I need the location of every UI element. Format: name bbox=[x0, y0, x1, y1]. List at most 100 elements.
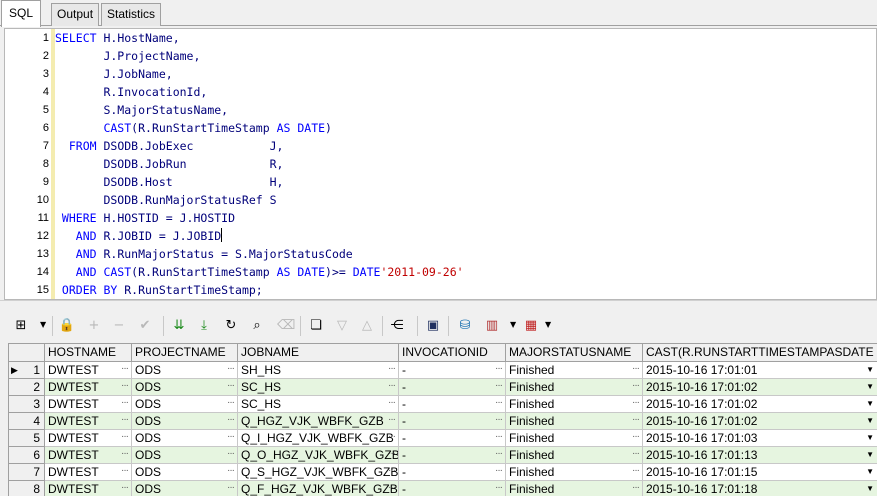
cell-dropdown-icon[interactable]: ▼ bbox=[866, 413, 874, 429]
cell-editor-ellipsis-icon[interactable]: ··· bbox=[227, 362, 235, 376]
cell-dropdown-icon[interactable]: ▼ bbox=[866, 430, 874, 446]
table-cell[interactable]: 2015-10-16 17:01:02 ▼ bbox=[643, 396, 877, 413]
table-cell[interactable]: Finished ··· bbox=[506, 362, 643, 379]
table-row[interactable]: 6 DWTEST ··· ODS ··· Q_O_HGZ_VJK_WBFK_GZB ··· -… bbox=[9, 447, 877, 464]
table-cell[interactable]: Finished ··· bbox=[506, 396, 643, 413]
column-header[interactable]: HOSTNAME bbox=[45, 344, 132, 362]
table-cell[interactable]: - ··· bbox=[399, 481, 506, 496]
row-header[interactable]: ▶ 1 bbox=[9, 362, 45, 379]
cell-editor-ellipsis-icon[interactable]: ··· bbox=[388, 379, 396, 393]
cell-editor-ellipsis-icon[interactable]: ··· bbox=[121, 396, 129, 410]
column-header[interactable]: PROJECTNAME bbox=[132, 344, 238, 362]
cell-editor-ellipsis-icon[interactable]: ··· bbox=[632, 396, 640, 410]
table-cell[interactable]: DWTEST ··· bbox=[45, 396, 132, 413]
table-cell[interactable]: Q_I_HGZ_VJK_WBFK_GZB ··· bbox=[238, 430, 399, 447]
code-line[interactable]: 4 R.InvocationId, bbox=[5, 83, 876, 101]
cell-dropdown-icon[interactable]: ▼ bbox=[866, 362, 874, 378]
save-icon[interactable]: ▣ bbox=[424, 317, 442, 335]
lock-icon[interactable]: 🔒 bbox=[58, 317, 76, 335]
table-cell[interactable]: 2015-10-16 17:01:02 ▼ bbox=[643, 379, 877, 396]
code-line[interactable]: 6 CAST(R.RunStartTimeStamp AS DATE) bbox=[5, 119, 876, 137]
table-cell[interactable]: Finished ··· bbox=[506, 464, 643, 481]
table-cell[interactable]: SC_HS ··· bbox=[238, 396, 399, 413]
code-line[interactable]: 1 SELECT H.HostName, bbox=[5, 29, 876, 47]
cell-editor-ellipsis-icon[interactable]: ··· bbox=[495, 413, 503, 427]
sql-editor[interactable]: 1 SELECT H.HostName, 2 J.ProjectName, 3 J.J… bbox=[4, 28, 877, 300]
table-cell[interactable]: DWTEST ··· bbox=[45, 447, 132, 464]
grid-view-icon[interactable]: ⊞ bbox=[12, 317, 30, 335]
table-cell[interactable]: - ··· bbox=[399, 362, 506, 379]
cell-editor-ellipsis-icon[interactable]: ··· bbox=[495, 464, 503, 478]
table-cell[interactable]: - ··· bbox=[399, 396, 506, 413]
cell-editor-ellipsis-icon[interactable]: ··· bbox=[495, 379, 503, 393]
dropdown-arrow-icon[interactable]: ▼ bbox=[545, 320, 551, 329]
cell-dropdown-icon[interactable]: ▼ bbox=[866, 447, 874, 463]
cell-editor-ellipsis-icon[interactable]: ··· bbox=[121, 430, 129, 444]
table-cell[interactable]: - ··· bbox=[399, 413, 506, 430]
cell-editor-ellipsis-icon[interactable]: ··· bbox=[495, 481, 503, 495]
add-record-icon[interactable]: + bbox=[85, 317, 103, 335]
cell-editor-ellipsis-icon[interactable]: ··· bbox=[388, 396, 396, 410]
chart-icon[interactable]: ▥ bbox=[483, 317, 501, 335]
table-cell[interactable]: 2015-10-16 17:01:03 ▼ bbox=[643, 430, 877, 447]
table-row[interactable]: 7 DWTEST ··· ODS ··· Q_S_HGZ_VJK_WBFK_GZB ··· -… bbox=[9, 464, 877, 481]
cell-editor-ellipsis-icon[interactable]: ··· bbox=[227, 447, 235, 461]
export-icon[interactable]: ⛁ bbox=[456, 317, 474, 335]
row-header[interactable]: 2 bbox=[9, 379, 45, 396]
query-by-example-icon[interactable]: ❏ bbox=[307, 317, 325, 335]
tab-statistics[interactable]: Statistics bbox=[101, 3, 162, 26]
column-header[interactable]: CAST(R.RUNSTARTTIMESTAMPASDATE bbox=[643, 344, 877, 362]
row-header[interactable]: 3 bbox=[9, 396, 45, 413]
table-cell[interactable]: Q_S_HGZ_VJK_WBFK_GZB ··· bbox=[238, 464, 399, 481]
fetch-next-page-icon[interactable]: ⇊ bbox=[170, 317, 188, 335]
table-cell[interactable]: DWTEST ··· bbox=[45, 413, 132, 430]
cell-editor-ellipsis-icon[interactable]: ··· bbox=[227, 430, 235, 444]
delete-record-icon[interactable]: − bbox=[110, 317, 128, 335]
table-row[interactable]: 8 DWTEST ··· ODS ··· Q_F_HGZ_VJK_WBFK_GZB ··· -… bbox=[9, 481, 877, 496]
table-cell[interactable]: - ··· bbox=[399, 379, 506, 396]
cell-editor-ellipsis-icon[interactable]: ··· bbox=[495, 396, 503, 410]
row-header[interactable]: 8 bbox=[9, 481, 45, 496]
table-cell[interactable]: ODS ··· bbox=[132, 396, 238, 413]
column-header[interactable]: INVOCATIONID bbox=[399, 344, 506, 362]
table-cell[interactable]: - ··· bbox=[399, 447, 506, 464]
cell-dropdown-icon[interactable]: ▼ bbox=[866, 379, 874, 395]
table-cell[interactable]: ODS ··· bbox=[132, 379, 238, 396]
cell-editor-ellipsis-icon[interactable]: ··· bbox=[121, 413, 129, 427]
tab-output[interactable]: Output bbox=[51, 3, 100, 26]
table-cell[interactable]: 2015-10-16 17:01:02 ▼ bbox=[643, 413, 877, 430]
cell-editor-ellipsis-icon[interactable]: ··· bbox=[388, 447, 396, 461]
refresh-icon[interactable]: ↻ bbox=[222, 317, 240, 335]
table-row[interactable]: ▶ 1 DWTEST ··· ODS ··· SH_HS ··· - ··· Finished ···… bbox=[9, 362, 877, 379]
post-changes-icon[interactable]: ✔ bbox=[136, 317, 154, 335]
table-cell[interactable]: DWTEST ··· bbox=[45, 481, 132, 496]
table-cell[interactable]: Finished ··· bbox=[506, 430, 643, 447]
tab-sql[interactable]: SQL bbox=[1, 0, 42, 27]
code-line[interactable]: 5 S.MajorStatusName, bbox=[5, 101, 876, 119]
cell-editor-ellipsis-icon[interactable]: ··· bbox=[227, 464, 235, 478]
cell-editor-ellipsis-icon[interactable]: ··· bbox=[495, 430, 503, 444]
cell-editor-ellipsis-icon[interactable]: ··· bbox=[121, 447, 129, 461]
table-cell[interactable]: Q_O_HGZ_VJK_WBFK_GZB ··· bbox=[238, 447, 399, 464]
column-header[interactable]: MAJORSTATUSNAME bbox=[506, 344, 643, 362]
table-options-icon[interactable]: ▦ bbox=[522, 317, 540, 335]
column-header[interactable]: JOBNAME bbox=[238, 344, 399, 362]
table-row[interactable]: 5 DWTEST ··· ODS ··· Q_I_HGZ_VJK_WBFK_GZB ··· -… bbox=[9, 430, 877, 447]
table-row[interactable]: 2 DWTEST ··· ODS ··· SC_HS ··· - ··· Finished ··· 2… bbox=[9, 379, 877, 396]
cell-editor-ellipsis-icon[interactable]: ··· bbox=[388, 413, 396, 427]
cell-editor-ellipsis-icon[interactable]: ··· bbox=[121, 481, 129, 495]
row-header[interactable]: 6 bbox=[9, 447, 45, 464]
code-line[interactable]: 9 DSODB.Host H, bbox=[5, 173, 876, 191]
code-line[interactable]: 7 FROM DSODB.JobExec J, bbox=[5, 137, 876, 155]
table-cell[interactable]: Finished ··· bbox=[506, 481, 643, 496]
code-line[interactable]: 15 ORDER BY R.RunStartTimeStamp; bbox=[5, 281, 876, 299]
table-cell[interactable]: 2015-10-16 17:01:15 ▼ bbox=[643, 464, 877, 481]
row-header[interactable]: 5 bbox=[9, 430, 45, 447]
row-header[interactable]: 7 bbox=[9, 464, 45, 481]
table-cell[interactable]: SH_HS ··· bbox=[238, 362, 399, 379]
cell-dropdown-icon[interactable]: ▼ bbox=[866, 464, 874, 480]
cell-editor-ellipsis-icon[interactable]: ··· bbox=[632, 430, 640, 444]
code-line[interactable]: 14 AND CAST(R.RunStartTimeStamp AS DATE)… bbox=[5, 263, 876, 281]
code-line[interactable]: 8 DSODB.JobRun R, bbox=[5, 155, 876, 173]
cell-editor-ellipsis-icon[interactable]: ··· bbox=[227, 413, 235, 427]
